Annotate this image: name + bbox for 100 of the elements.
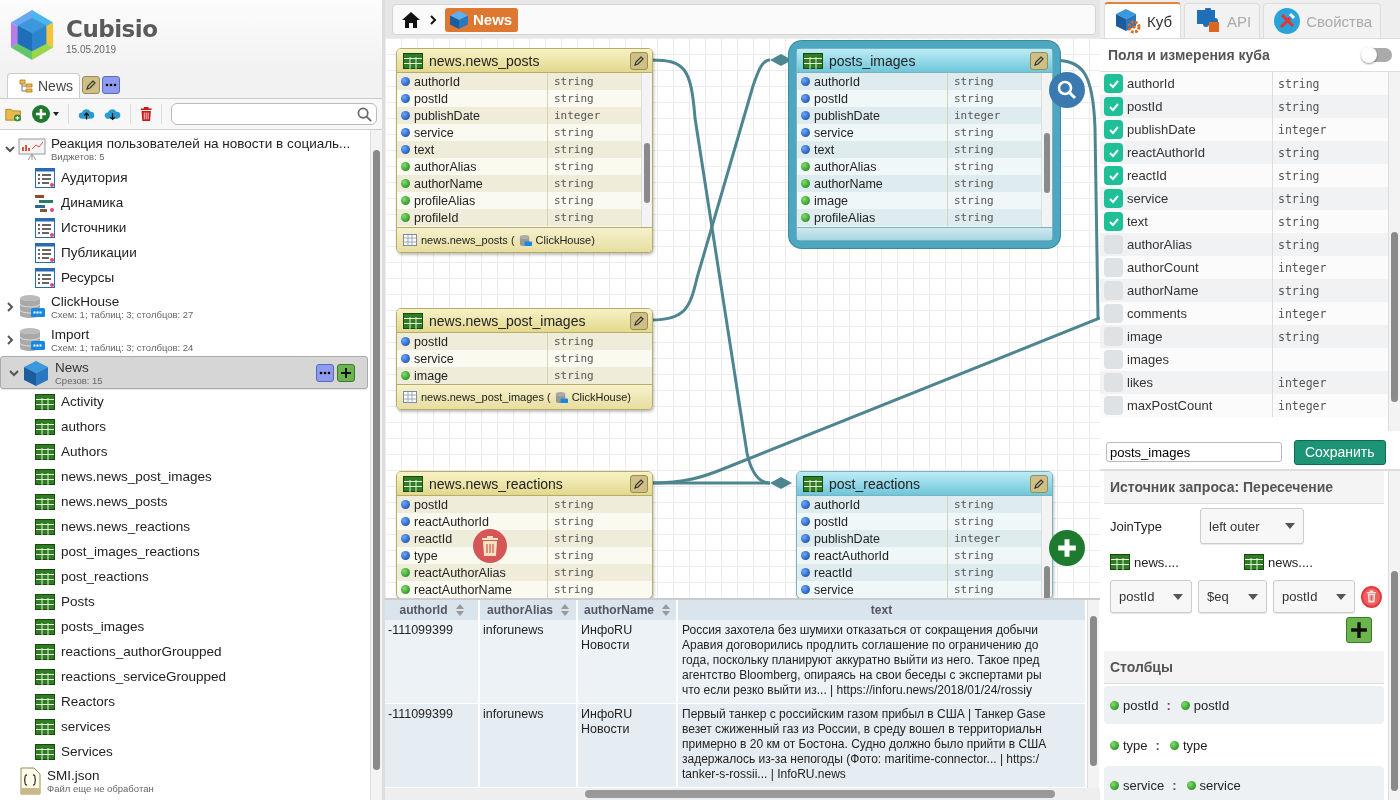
file-icon	[18, 766, 42, 795]
project-tab[interactable]: News	[7, 73, 80, 98]
add-button[interactable]	[337, 363, 355, 382]
more-button[interactable]	[102, 76, 120, 94]
table-node[interactable]: news.news_posts authorId string postId string publishDate integer service string text string authorAlias string authorName string profileAlias string profileId string news.news_posts ( ClickHouse)	[396, 48, 653, 253]
checkbox[interactable]	[1104, 120, 1123, 139]
field-type: string	[953, 515, 994, 528]
scrollbar[interactable]	[641, 73, 652, 227]
operator-select[interactable]: $eq	[1198, 580, 1267, 613]
edit-button[interactable]	[630, 474, 648, 493]
field-type: string	[553, 160, 594, 173]
field-type: integer	[553, 109, 601, 122]
tree-item[interactable]: post_images_reactions	[0, 539, 368, 564]
tree-item[interactable]: Authors	[0, 439, 368, 464]
trash-icon[interactable]	[139, 104, 153, 124]
checkbox[interactable]	[1104, 189, 1123, 208]
tree-item[interactable]: ClickHouse Схем: 1; таблиц: 3; столбцов: 27	[0, 290, 368, 323]
tree-item[interactable]: SMI.json Файл еще не обработан	[0, 764, 368, 797]
scrollbar[interactable]	[1388, 471, 1400, 800]
tree-item[interactable]: News Срезов: 15	[0, 356, 368, 389]
field-type: string	[953, 211, 994, 224]
chevron-icon[interactable]	[9, 367, 19, 378]
checkbox[interactable]	[1104, 212, 1123, 231]
cube-icon	[22, 358, 50, 387]
tree-item[interactable]: Динамика	[0, 190, 368, 215]
checkbox[interactable]	[1104, 350, 1123, 369]
tree-item[interactable]: news.news_reactions	[0, 514, 368, 539]
list-icon	[35, 242, 55, 263]
chevron-icon[interactable]	[5, 301, 15, 312]
more-button[interactable]	[316, 363, 334, 382]
chevron-icon[interactable]	[5, 334, 15, 345]
scrollbar[interactable]	[1087, 600, 1099, 788]
toggle-switch[interactable]	[1362, 48, 1392, 62]
tree-item[interactable]: Import Схем: 1; таблиц: 3; столбцов: 24	[0, 323, 368, 356]
checkbox[interactable]	[1104, 97, 1123, 116]
checkbox[interactable]	[1104, 396, 1123, 415]
tree-item[interactable]: reactions_authorGroupped	[0, 639, 368, 664]
tree-item[interactable]: Posts	[0, 589, 368, 614]
edit-button[interactable]	[1030, 51, 1048, 70]
scrollbar[interactable]	[1041, 73, 1052, 227]
field-name: comments	[1127, 306, 1188, 321]
field-select[interactable]: postId	[1110, 580, 1192, 613]
join-type-select[interactable]: left outer	[1200, 508, 1305, 544]
tree-item[interactable]: Activity	[0, 389, 368, 414]
home-icon[interactable]	[401, 10, 421, 29]
tree-item[interactable]: Services	[0, 739, 368, 764]
checkbox[interactable]	[1104, 74, 1123, 93]
table-icon	[35, 743, 55, 760]
table-icon	[403, 391, 417, 403]
caret-icon	[1173, 593, 1183, 600]
add-button[interactable]	[1346, 617, 1372, 643]
field-name: authorCount	[1127, 260, 1200, 275]
field-select[interactable]: postId	[1273, 580, 1355, 613]
table-icon	[35, 693, 55, 710]
tree-item[interactable]: news.news_post_images	[0, 464, 368, 489]
tree-label: Posts	[61, 594, 95, 609]
checkbox[interactable]	[1104, 143, 1123, 162]
tree-item[interactable]: Публикации	[0, 240, 368, 265]
checkbox[interactable]	[1104, 166, 1123, 185]
search-field[interactable]	[171, 103, 377, 125]
save-button[interactable]: Сохранить	[1294, 439, 1386, 465]
tree-item[interactable]: Источники	[0, 215, 368, 240]
tree-item[interactable]: news.news_posts	[0, 489, 368, 514]
delete-button[interactable]	[1361, 585, 1382, 608]
table-icon	[35, 668, 55, 685]
tree-item[interactable]: Ресурсы	[0, 265, 368, 290]
edit-button[interactable]	[630, 311, 648, 330]
tree-subtitle: Виджетов: 5	[51, 150, 106, 162]
tree-label: news.news_reactions	[61, 519, 191, 534]
add-dropdown[interactable]	[31, 104, 60, 124]
field-name: text	[397, 141, 548, 158]
edit-button[interactable]	[630, 51, 648, 70]
field-type: string	[953, 92, 994, 105]
tree-item[interactable]: Аудитория	[0, 165, 368, 190]
caret-icon	[1336, 593, 1346, 600]
edit-button[interactable]	[1030, 474, 1048, 493]
tree-item[interactable]: posts_images	[0, 614, 368, 639]
tree-item[interactable]: authors	[0, 414, 368, 439]
table-node[interactable]: news.news_post_images postId string service string image string news.news_post_images ( ClickHouse)	[396, 308, 653, 410]
scrollbar[interactable]	[385, 788, 1100, 800]
tree-item[interactable]: reactions_serviceGroupped	[0, 664, 368, 689]
tree-item[interactable]: post_reactions	[0, 564, 368, 589]
field-type: string	[1278, 145, 1320, 160]
edit-button[interactable]	[82, 76, 100, 94]
table-node[interactable]: news.news_reactions postId string reactAuthorId string reactId string type string reactAuthorAlias string reactAuthorName string	[396, 471, 653, 598]
plus-icon	[340, 366, 352, 379]
field-type: string	[553, 566, 594, 579]
zoom-button[interactable]	[1049, 72, 1085, 108]
checkbox[interactable]	[1104, 258, 1123, 277]
name-field[interactable]: posts_images	[1106, 442, 1282, 462]
field-name: publishDate	[1127, 122, 1197, 137]
checkbox[interactable]	[1104, 304, 1123, 323]
table-node[interactable]: post_reactions authorId string postId string publishDate integer reactAuthorId string reactId string service string	[796, 471, 1053, 598]
tree-item[interactable]: Reactors	[0, 689, 368, 714]
scrollbar[interactable]	[370, 130, 382, 800]
tree-item[interactable]: services	[0, 714, 368, 739]
chevron-icon[interactable]	[5, 143, 15, 154]
side-tab[interactable]: Куб	[1104, 2, 1181, 38]
scrollbar[interactable]	[1388, 72, 1400, 431]
tree-item[interactable]: Реакция пользователей на новости в социаль... Виджетов: 5	[0, 132, 368, 165]
